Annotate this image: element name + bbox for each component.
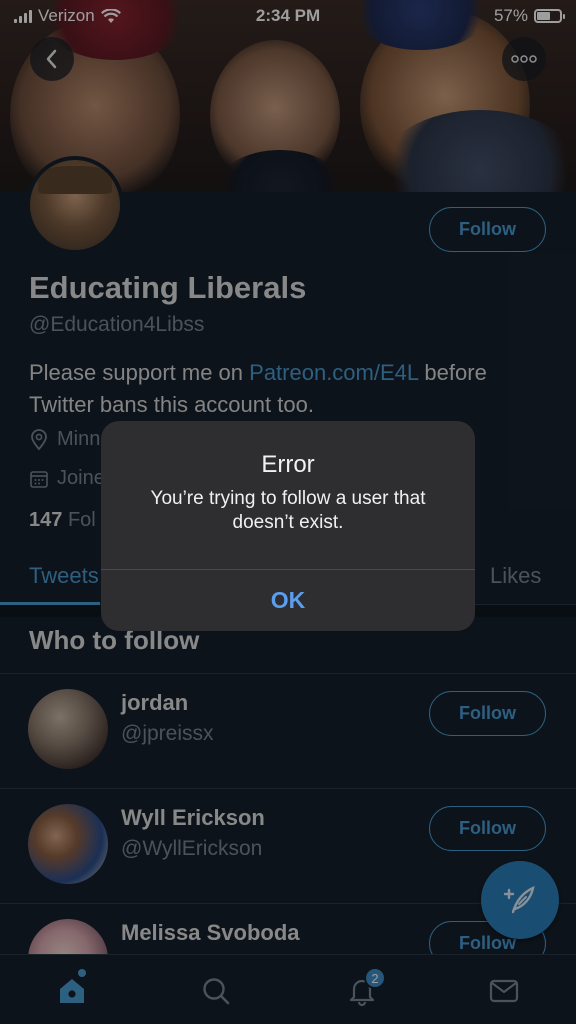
alert-title: Error bbox=[261, 451, 315, 478]
error-alert-dialog: Error You’re trying to follow a user tha… bbox=[101, 421, 475, 631]
alert-ok-button[interactable]: OK bbox=[101, 570, 475, 631]
alert-message: You’re trying to follow a user that does… bbox=[150, 488, 426, 533]
